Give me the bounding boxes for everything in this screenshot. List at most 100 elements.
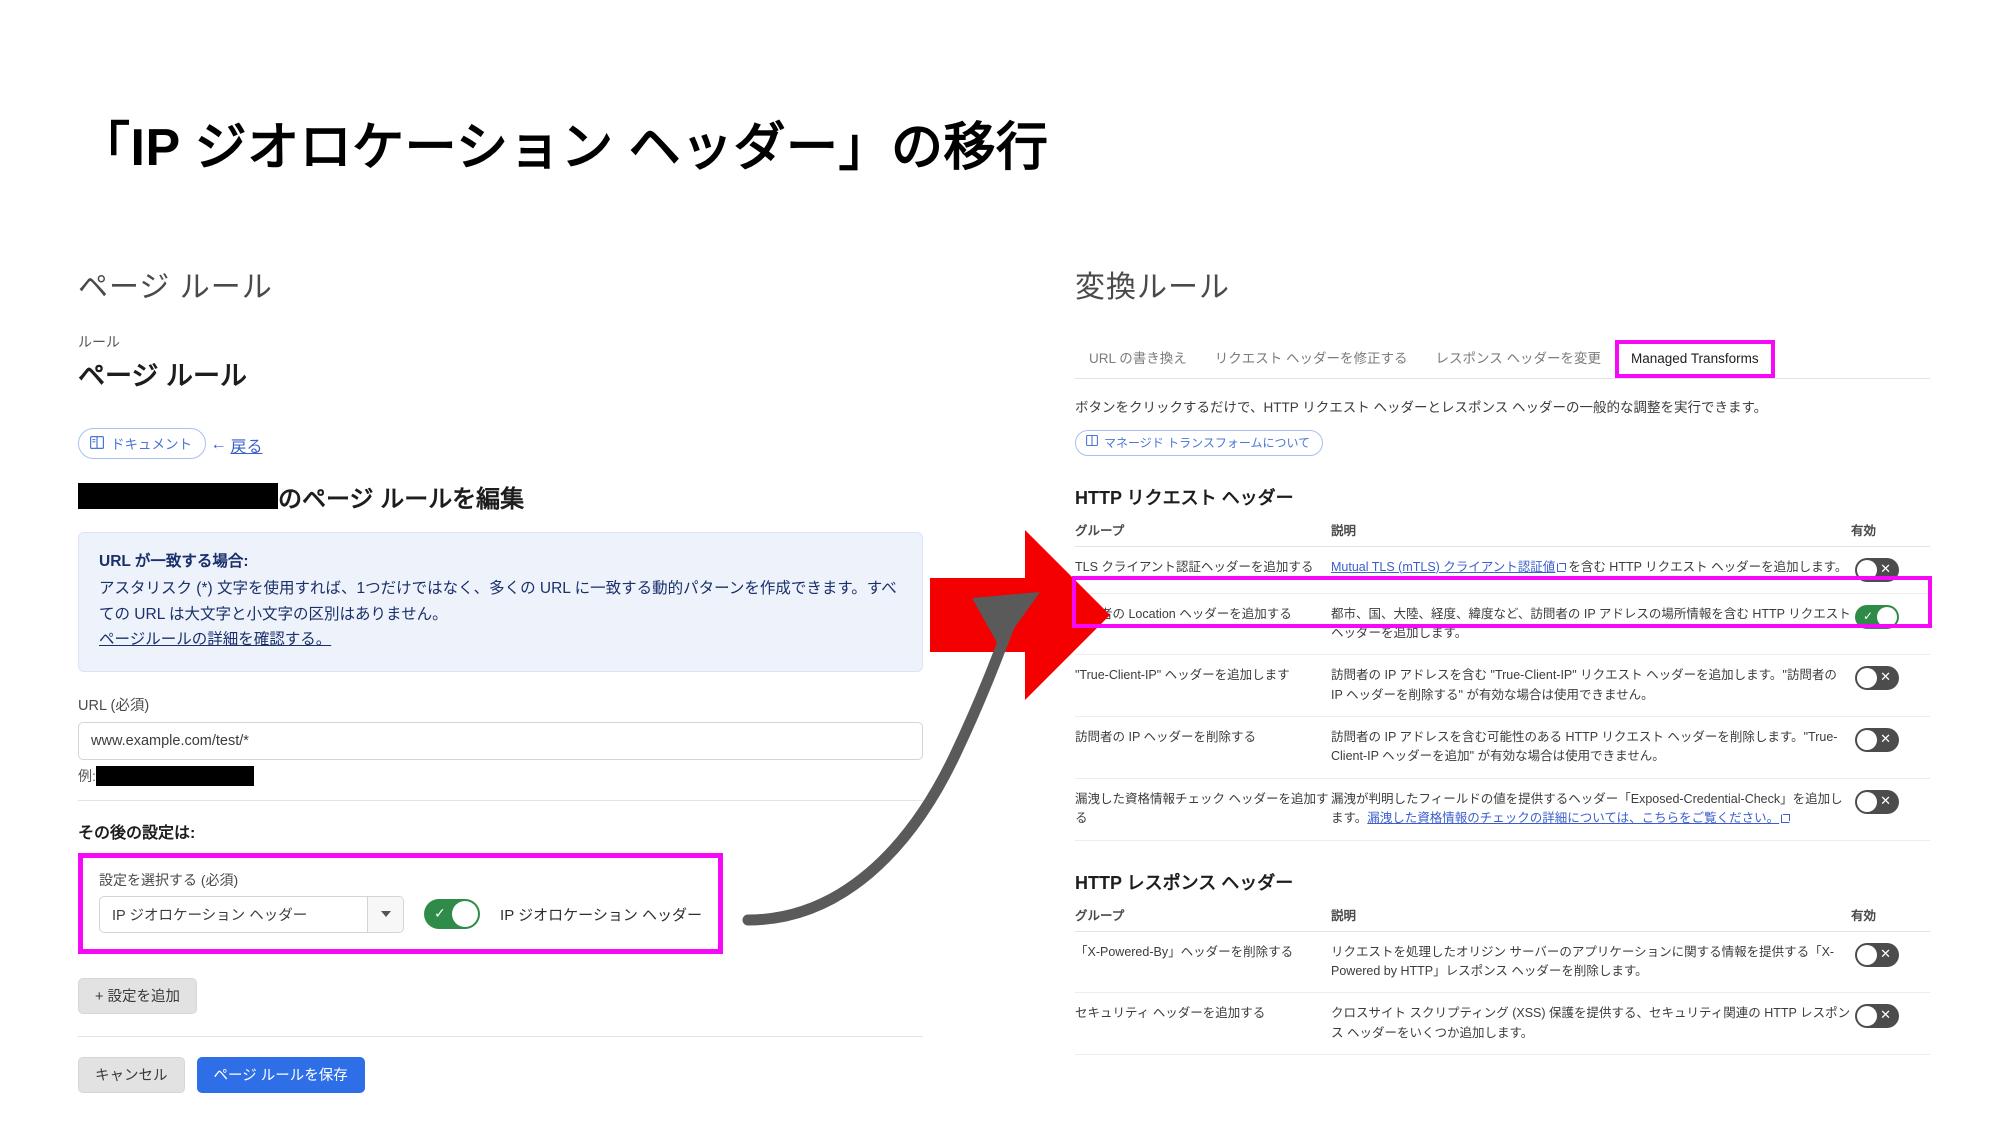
setting-select-label: 設定を選択する (必須) [99,871,239,888]
toggle-knob [1857,1006,1877,1027]
row-description: クロスサイト スクリプティング (XSS) 保護を提供する、セキュリティ関連の … [1331,992,1851,1056]
close-icon: ✕ [1880,792,1891,808]
toggle-knob [1857,559,1877,580]
toggle-knob [1857,730,1877,751]
edit-page-rule-heading: のページ ルールを編集 [78,479,923,514]
tab-managed-transforms[interactable]: Managed Transforms [1619,344,1771,374]
tab-managed-transforms-highlight: Managed Transforms [1615,340,1775,378]
row-description-link[interactable]: 漏洩した資格情報のチェックの詳細については、こちらをご覧ください。 [1367,811,1779,825]
check-icon: ✓ [434,905,446,922]
tab-url-rewrite[interactable]: URL の書き換え [1075,341,1201,378]
row-enabled-cell: ✕ [1851,778,1930,841]
setting-select[interactable]: IP ジオロケーション ヘッダー [99,895,405,933]
table-row: セキュリティ ヘッダーを追加する クロスサイト スクリプティング (XSS) 保… [1075,992,1930,1056]
row-group: セキュリティ ヘッダーを追加する [1075,992,1331,1056]
managed-transforms-doc-pill[interactable]: マネージド トランスフォームについて [1075,429,1324,456]
tab-modify-request-headers[interactable]: リクエスト ヘッダーを修正する [1201,341,1422,378]
save-page-rule-button[interactable]: ページ ルールを保存 [196,1056,365,1093]
managed-transforms-doc-pill-label: マネージド トランスフォームについて [1104,435,1311,450]
table-row: 「X-Powered-By」ヘッダーを削除する リクエストを処理したオリジン サ… [1075,931,1930,994]
table-header-row: グループ 説明 有効 [1075,904,1930,932]
tabs-divider [1075,378,1930,379]
documentation-pill-label: ドキュメント [111,436,192,452]
row-description: 漏洩が判明したフィールドの値を提供するヘッダー「Exposed-Credenti… [1331,778,1851,841]
row-group: 「X-Powered-By」ヘッダーを削除する [1075,931,1331,994]
row-description: 訪問者の IP アドレスを含む "True-Client-IP" リクエスト ヘ… [1331,654,1851,718]
close-icon: ✕ [1880,560,1891,576]
page-title: 「IP ジオロケーション ヘッダー」の移行 [78,119,1049,177]
transform-tabs: URL の書き換え リクエスト ヘッダーを修正する レスポンス ヘッダーを変更 … [1075,340,1930,378]
ip-geolocation-toggle-label: IP ジオロケーション ヘッダー [500,906,702,924]
table-row: TLS クライアント認証ヘッダーを追加する Mutual TLS (mTLS) … [1075,546,1930,594]
check-icon: ✓ [1863,608,1874,623]
row-toggle[interactable]: ✕ [1855,666,1899,691]
back-link[interactable]: ← 戻る [210,433,262,457]
redacted-domain [78,483,278,509]
right-panel-heading: 変換ルール [1075,271,1230,304]
request-table-title: HTTP リクエスト ヘッダー [1075,487,1294,508]
row-enabled-cell: ✕ [1851,931,1930,994]
row-toggle[interactable]: ✕ [1855,942,1899,967]
row-enabled-cell: ✕ [1851,654,1930,718]
table-row: 漏洩した資格情報チェック ヘッダーを追加する 漏洩が判明したフィールドの値を提供… [1075,778,1930,841]
managed-transforms-description: ボタンをクリックするだけで、HTTP リクエスト ヘッダーとレスポンス ヘッダー… [1075,400,1768,415]
cancel-button[interactable]: キャンセル [78,1056,185,1093]
close-icon: ✕ [1880,1007,1891,1023]
url-input-value: www.example.com/test/* [91,732,249,749]
row-description-rest: を含む HTTP リクエスト ヘッダーを追加します。 [1568,559,1848,574]
form-actions: キャンセル ページ ルールを保存 [78,1056,923,1093]
footer-divider [78,1035,923,1037]
close-icon: ✕ [1880,731,1891,747]
table-row: 訪問者の Location ヘッダーを追加する 都市、国、大陸、経度、緯度など、… [1075,593,1930,656]
chevron-down-icon[interactable] [367,896,404,932]
toggle-knob [1857,944,1877,965]
row-description: Mutual TLS (mTLS) クライアント認証値 を含む HTTP リクエス… [1331,546,1851,594]
request-headers-table: グループ 説明 有効 TLS クライアント認証ヘッダーを追加する Mutual … [1075,519,1930,841]
documentation-pill[interactable]: ドキュメント [78,427,206,459]
response-headers-table: グループ 説明 有効 「X-Powered-By」ヘッダーを削除する リクエスト… [1075,904,1930,1056]
external-link-icon [1781,814,1791,824]
table-row: "True-Client-IP" ヘッダーを追加します 訪問者の IP アドレス… [1075,654,1930,718]
toggle-knob [452,901,479,928]
row-toggle[interactable]: ✕ [1855,557,1899,582]
table-header-row: グループ 説明 有効 [1075,519,1930,547]
toggle-knob [1857,668,1877,689]
row-enabled-cell: ✕ [1851,992,1930,1056]
ip-geolocation-toggle[interactable]: ✓ [424,899,481,930]
left-panel-heading: ページ ルール [78,271,273,304]
edit-heading-suffix: のページ ルールを編集 [278,485,525,513]
back-arrow-icon: ← [210,436,227,453]
row-toggle[interactable]: ✓ [1855,604,1899,629]
row-toggle[interactable]: ✕ [1855,1004,1899,1029]
setting-selector-group: 設定を選択する (必須) IP ジオロケーション ヘッダー ✓ IP ジオロケー… [78,852,723,954]
row-description-link[interactable]: Mutual TLS (mTLS) クライアント認証値 [1331,560,1555,574]
tab-modify-response-headers[interactable]: レスポンス ヘッダーを変更 [1422,341,1615,378]
row-enabled-cell: ✕ [1851,546,1930,594]
transform-rules-panel: 変換ルール URL の書き換え リクエスト ヘッダーを修正する レスポンス ヘッ… [1075,262,1930,1056]
breadcrumb: ルール [78,334,120,350]
toggle-knob [1857,791,1877,812]
back-link-label: 戻る [230,439,263,456]
book-icon [90,436,104,449]
row-toggle[interactable]: ✕ [1855,728,1899,753]
callout-link[interactable]: ページルールの詳細を確認する。 [99,631,331,648]
toggle-knob [1877,606,1897,627]
add-setting-button[interactable]: + 設定を追加 [78,977,197,1014]
section-title: ページ ルール [78,361,247,391]
col-description: 説明 [1331,519,1851,547]
book-icon [1086,435,1098,449]
row-description: 訪問者の IP アドレスを含む可能性のある HTTP リクエスト ヘッダーを削除… [1331,716,1851,779]
table-row: 訪問者の IP ヘッダーを削除する 訪問者の IP アドレスを含む可能性のある … [1075,716,1930,779]
url-example-prefix: 例: [78,767,96,784]
external-link-icon [1557,562,1567,572]
row-toggle[interactable]: ✕ [1855,789,1899,814]
row-enabled-cell: ✓ [1851,593,1930,656]
setting-select-value: IP ジオロケーション ヘッダー [112,907,308,924]
close-icon: ✕ [1880,945,1891,961]
redacted-example-url [95,765,254,786]
col-enabled: 有効 [1851,519,1930,547]
response-table-title: HTTP レスポンス ヘッダー [1075,872,1294,893]
col-description: 説明 [1331,904,1851,932]
col-enabled: 有効 [1851,904,1930,932]
row-enabled-cell: ✕ [1851,716,1930,779]
